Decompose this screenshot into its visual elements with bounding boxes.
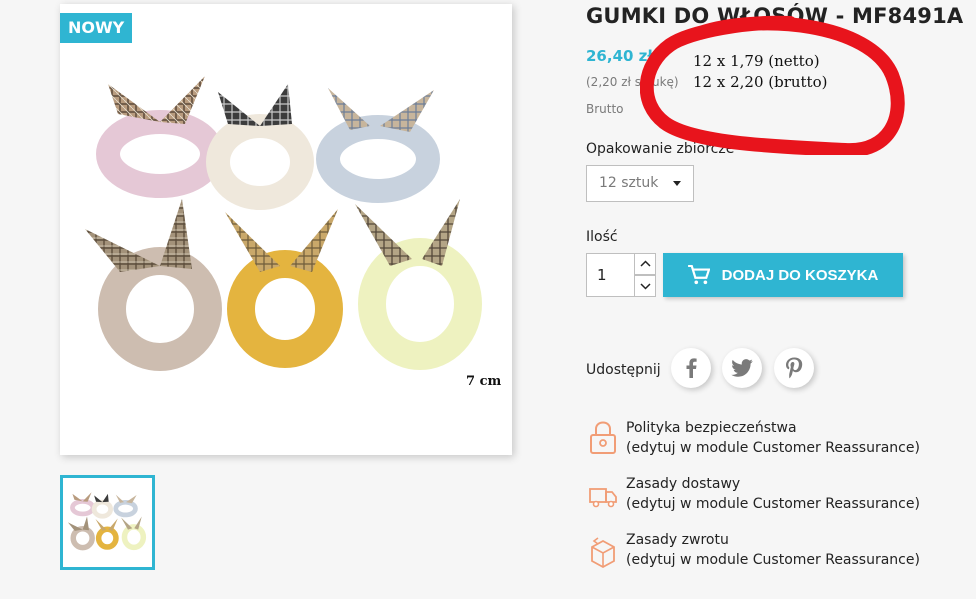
reassurance-subtitle: (edytuj w module Customer Reassurance): [626, 440, 920, 456]
reassurance-title: Zasady zwrotu: [626, 532, 729, 548]
chevron-down-icon: [673, 181, 681, 186]
add-to-cart-button[interactable]: DODAJ DO KOSZYKA: [663, 253, 903, 297]
annotation-brutto: 12 x 2,20 (brutto): [693, 73, 828, 91]
chevron-down-icon: [640, 283, 651, 290]
reassurance-item-delivery: Zasady dostawy (edytuj w module Customer…: [626, 474, 920, 514]
quantity-increase-button[interactable]: [634, 253, 656, 275]
quantity-input[interactable]: 1: [586, 253, 635, 297]
unit-price: (2,20 zł sztukę): [586, 75, 679, 89]
pinterest-icon: [786, 357, 803, 379]
product-thumbnail[interactable]: [60, 475, 155, 570]
packaging-selected-value: 12 sztuk: [599, 175, 659, 191]
annotation-netto: 12 x 1,79 (netto): [693, 52, 820, 70]
reassurance-title: Polityka bezpieczeństwa: [626, 420, 797, 436]
quantity-decrease-button[interactable]: [634, 275, 656, 297]
product-price: 26,40 zł: [586, 47, 653, 65]
packaging-select[interactable]: 12 sztuk: [586, 165, 694, 202]
tax-label: Brutto: [586, 102, 624, 116]
packaging-label: Opakowanie zbiorcze: [586, 141, 735, 157]
facebook-icon: [686, 358, 697, 378]
truck-icon: [589, 488, 617, 508]
share-facebook-button[interactable]: [671, 348, 711, 388]
reassurance-subtitle: (edytuj w module Customer Reassurance): [626, 496, 920, 512]
reassurance-item-returns: Zasady zwrotu (edytuj w module Customer …: [626, 530, 920, 570]
chevron-up-icon: [640, 260, 651, 267]
lock-icon: [590, 421, 616, 454]
thumbnail-image: [67, 492, 147, 551]
reassurance-title: Zasady dostawy: [626, 476, 741, 492]
size-label: 7 cm: [466, 374, 502, 389]
product-cover-image[interactable]: [60, 4, 512, 455]
share-label: Udostępnij: [586, 362, 661, 378]
hair-ties-image: [85, 76, 482, 371]
product-title: GUMKI DO WŁOSÓW - MF8491A: [586, 4, 964, 28]
reassurance-subtitle: (edytuj w module Customer Reassurance): [626, 552, 920, 568]
new-badge: NOWY: [60, 13, 133, 43]
twitter-icon: [731, 359, 753, 377]
cart-icon: [687, 265, 710, 285]
reassurance-item-security: Polityka bezpieczeństwa (edytuj w module…: [626, 418, 920, 458]
add-to-cart-label: DODAJ DO KOSZYKA: [721, 266, 879, 284]
share-twitter-button[interactable]: [722, 348, 762, 388]
quantity-label: Ilość: [586, 229, 618, 245]
share-pinterest-button[interactable]: [774, 348, 814, 388]
return-box-icon: [591, 537, 615, 569]
